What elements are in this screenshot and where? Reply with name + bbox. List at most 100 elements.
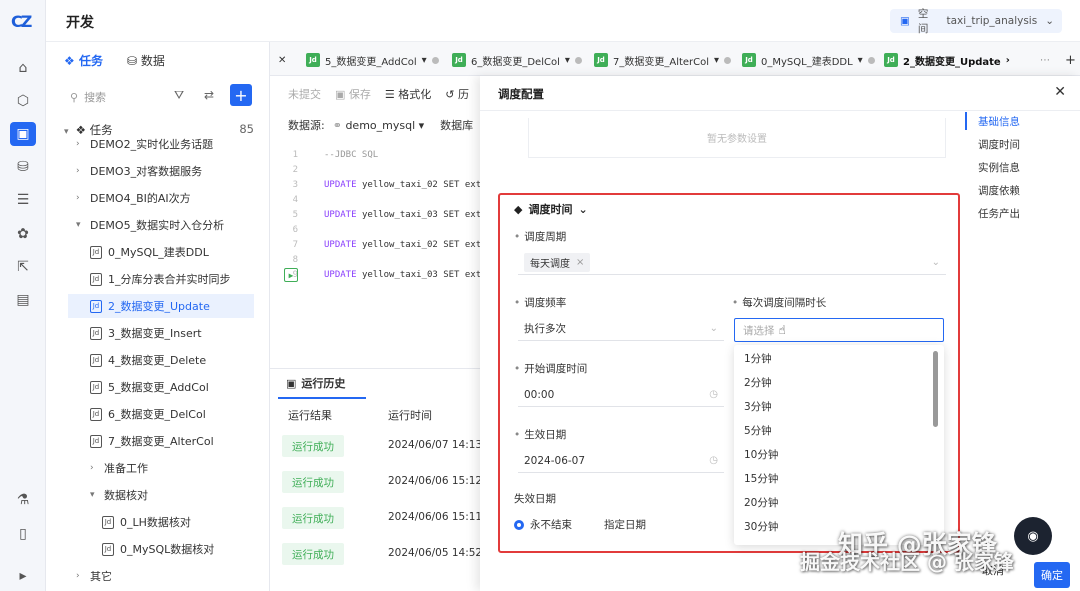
- close-icon[interactable]: ✕: [1054, 84, 1066, 100]
- interval-select[interactable]: 请选择 ☝: [734, 318, 944, 342]
- tree-item[interactable]: Jd 0_MySQL数据核对: [46, 537, 266, 561]
- code-line: 7 UPDATE yellow_taxi_02 SET ext: [270, 238, 482, 252]
- filter-icon[interactable]: ⛛: [174, 88, 184, 103]
- dropdown-option[interactable]: 3分钟: [744, 399, 772, 414]
- save-button[interactable]: ▣ 保存: [335, 86, 371, 102]
- dropdown-option[interactable]: 10分钟: [744, 447, 778, 462]
- expire-label: 失效日期: [514, 493, 556, 505]
- section-header[interactable]: ◆ 调度时间 ⌄: [514, 201, 588, 217]
- chevron-right-icon: ›: [76, 166, 80, 176]
- tree-item[interactable]: ▾ 数据核对: [46, 483, 266, 507]
- code-keyword: UPDATE: [324, 270, 357, 280]
- collapse-icon[interactable]: ▸: [13, 566, 33, 586]
- watermark-juejin: 掘金技术社区 @ 张家锋: [800, 550, 1014, 574]
- puzzle-icon[interactable]: ✿: [13, 224, 33, 244]
- tree-item[interactable]: › 准备工作: [46, 456, 266, 480]
- tree-item[interactable]: › DEMO3_对客数据服务: [46, 159, 266, 183]
- side-nav-item[interactable]: 实例信息: [978, 160, 1020, 175]
- expire-never-radio[interactable]: 永不结束: [514, 517, 572, 532]
- close-icon[interactable]: ✕: [278, 50, 286, 70]
- tree-item[interactable]: › DEMO4_BI的AI次方: [46, 186, 266, 210]
- database-icon[interactable]: ⛁: [13, 157, 33, 177]
- side-nav-item[interactable]: 基础信息: [978, 114, 1020, 129]
- tree-item-label: 2_数据变更_Update: [108, 300, 210, 313]
- file-tab[interactable]: Jd 0_MySQL_建表DDL ▾: [742, 50, 875, 70]
- code-text: yellow_taxi_03 SET ext: [361, 270, 482, 280]
- dropdown-option[interactable]: 5分钟: [744, 423, 772, 438]
- table-row[interactable]: 运行成功 2024/06/06 15:12:0: [270, 467, 492, 497]
- file-icon: Jd: [884, 53, 898, 67]
- flask-icon[interactable]: ⚗: [13, 490, 33, 510]
- home-icon[interactable]: ⌂: [13, 58, 33, 78]
- dropdown-option[interactable]: 15分钟: [744, 471, 778, 486]
- list-icon[interactable]: ☰: [13, 190, 33, 210]
- tree-item[interactable]: Jd 7_数据变更_AlterCol: [46, 429, 266, 453]
- tree-item[interactable]: › 其它: [46, 564, 266, 588]
- link-icon: ⚭: [332, 118, 346, 132]
- table-row[interactable]: 运行成功 2024/06/07 14:13:1: [270, 431, 492, 461]
- effective-date-input[interactable]: 2024-06-07 ◷: [518, 449, 724, 473]
- tree-item[interactable]: Jd 6_数据变更_DelCol: [46, 402, 266, 426]
- tree-item[interactable]: › DEMO2_实时化业务话题: [46, 132, 266, 156]
- period-select[interactable]: 每天调度 × ⌄: [518, 251, 946, 275]
- file-icon: Jd: [306, 53, 320, 67]
- more-icon[interactable]: ⋯: [1040, 50, 1050, 70]
- code-editor[interactable]: 1 --JDBC SQL 2 3 UPDATE yellow_taxi_02 SET e…: [270, 140, 482, 370]
- tree-item[interactable]: Jd 0_LH数据核对: [46, 510, 266, 534]
- cube-icon[interactable]: ⬡: [13, 91, 33, 111]
- tree-item[interactable]: Jd 2_数据变更_Update: [68, 294, 254, 318]
- table-row[interactable]: 运行成功 2024/06/06 15:11:5: [270, 503, 492, 533]
- tab-data[interactable]: ⛁ 数据: [127, 52, 165, 69]
- server-icon[interactable]: ▤: [13, 290, 33, 310]
- side-nav-item[interactable]: 调度时间: [978, 137, 1020, 152]
- search-input[interactable]: ⚲ 搜索: [64, 86, 219, 108]
- tab-run-history[interactable]: ▣ 运行历史: [286, 375, 345, 391]
- dropdown-option[interactable]: 20分钟: [744, 495, 778, 510]
- refresh-icon[interactable]: ⇄: [204, 88, 214, 102]
- dropdown-option[interactable]: 30分钟: [744, 519, 778, 534]
- history-button[interactable]: ↺ 历: [445, 86, 469, 102]
- tree-item[interactable]: Jd 4_数据变更_Delete: [46, 348, 266, 372]
- run-line-icon[interactable]: ▶: [284, 268, 298, 282]
- tree-item-label: DEMO4_BI的AI次方: [90, 192, 191, 205]
- code-text: yellow_taxi_02 SET ext: [361, 180, 482, 190]
- clock-icon: ◷: [709, 389, 718, 400]
- active-indicator: [965, 112, 967, 130]
- datasource-select[interactable]: ⚭ demo_mysql ▾: [333, 119, 424, 132]
- format-button[interactable]: ☰ 格式化: [385, 86, 431, 102]
- tree-item[interactable]: ▾ DEMO5_数据实时入仓分析: [46, 213, 266, 237]
- params-empty: 暂无参数设置: [528, 118, 946, 158]
- confirm-button[interactable]: 确定: [1034, 562, 1070, 588]
- tree-item[interactable]: Jd 3_数据变更_Insert: [46, 321, 266, 345]
- freq-select[interactable]: 执行多次 ⌄: [518, 317, 724, 341]
- dropdown-option[interactable]: 2分钟: [744, 375, 772, 390]
- space-selector[interactable]: ▣ 空间 taxi_trip_analysis ⌄: [890, 8, 1062, 35]
- line-number: 2: [292, 165, 298, 175]
- book-icon[interactable]: ▯: [13, 524, 33, 544]
- file-tab[interactable]: Jd 2_数据变更_Update ›: [884, 50, 1010, 70]
- file-tab[interactable]: Jd 5_数据变更_AddCol ▾: [306, 50, 439, 70]
- close-icon[interactable]: ×: [576, 257, 584, 268]
- code-icon[interactable]: ▣: [10, 122, 36, 146]
- side-nav-item[interactable]: 调度依赖: [978, 183, 1020, 198]
- assistant-fab[interactable]: ◉: [1014, 517, 1052, 555]
- code-text: yellow_taxi_03 SET ext: [361, 210, 482, 220]
- tree-item[interactable]: Jd 5_数据变更_AddCol: [46, 375, 266, 399]
- add-tab-icon[interactable]: +: [1065, 50, 1076, 70]
- file-tabs-bar: ✕ Jd 5_数据变更_AddCol ▾ Jd 6_数据变更_DelCol ▾ Jd 7_数据…: [270, 42, 1080, 76]
- add-task-button[interactable]: +: [230, 84, 252, 106]
- export-icon[interactable]: ⇱: [13, 257, 33, 277]
- dropdown-option[interactable]: 1分钟: [744, 351, 772, 366]
- file-tab[interactable]: Jd 7_数据变更_AlterCol ▾: [594, 50, 732, 70]
- file-icon: Jd: [102, 515, 114, 529]
- file-tab[interactable]: Jd 6_数据变更_DelCol ▾: [452, 50, 582, 70]
- code-line: 3 UPDATE yellow_taxi_02 SET ext: [270, 178, 482, 192]
- tree-item[interactable]: Jd 1_分库分表合并实时同步: [46, 267, 266, 291]
- table-row[interactable]: 运行成功 2024/06/05 14:52:: [270, 539, 486, 569]
- scrollbar[interactable]: [933, 351, 938, 427]
- tab-tasks[interactable]: ❖ 任务: [64, 52, 103, 69]
- tree-item[interactable]: Jd 0_MySQL_建表DDL: [46, 240, 266, 264]
- start-time-input[interactable]: 00:00 ◷: [518, 383, 724, 407]
- expire-specific-radio[interactable]: 指定日期: [604, 517, 646, 532]
- side-nav-item[interactable]: 任务产出: [978, 206, 1020, 221]
